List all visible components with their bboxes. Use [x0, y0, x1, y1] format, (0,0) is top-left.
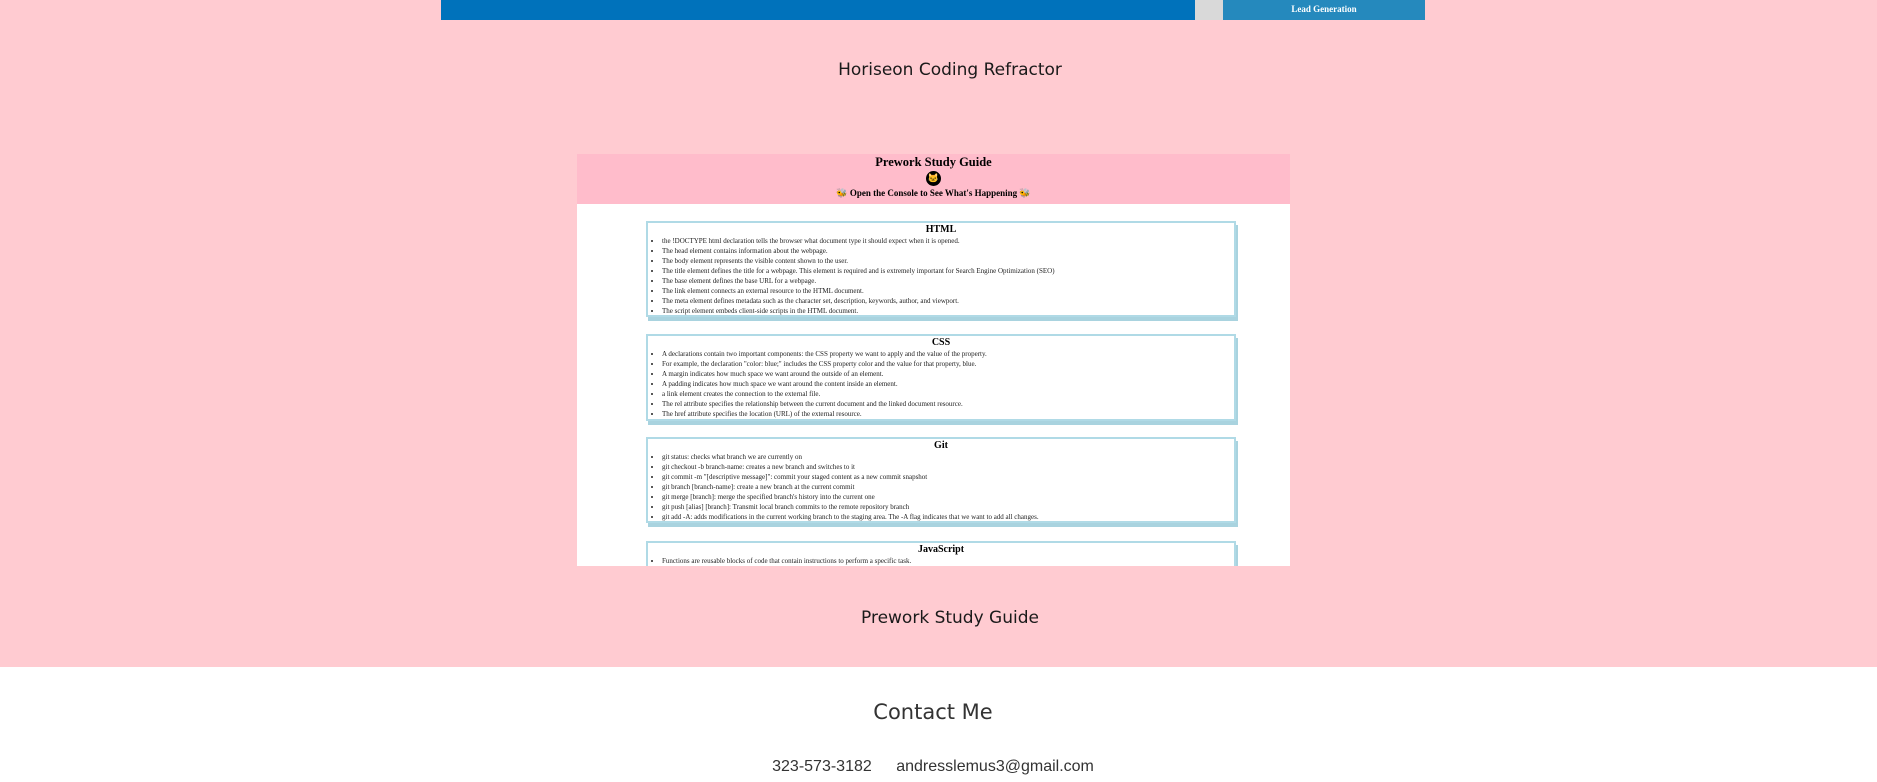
guide-header: Prework Study Guide 🐱 🐝 Open the Console…: [577, 154, 1290, 204]
list-item: The link element connects an external re…: [662, 286, 1234, 296]
section-heading: Git: [934, 440, 948, 451]
contact-info: 323-573-3182 andresslemus3@gmail.com: [0, 758, 1866, 776]
list-item: For example, the declaration "color: blu…: [662, 359, 1234, 369]
list-item: git branch [branch-name]: create a new b…: [662, 482, 1234, 492]
list-item: The rel attribute specifies the relation…: [662, 399, 1234, 409]
git-section-card: Git git status: checks what branch we ar…: [646, 437, 1236, 523]
guide-subtitle: 🐝 Open the Console to See What's Happeni…: [836, 188, 1031, 198]
list-item: The meta element defines metadata such a…: [662, 296, 1234, 306]
screenshot-divider: [1195, 0, 1223, 20]
list-item: git checkout -b branch-name: creates a n…: [662, 462, 1234, 472]
list-item: The base element defines the base URL fo…: [662, 276, 1234, 286]
list-item: The title element defines the title for …: [662, 266, 1234, 276]
list-item: git merge [branch]: merge the specified …: [662, 492, 1234, 502]
list-item: git commit -m "[descriptive message]": c…: [662, 472, 1234, 482]
list-item: Functions are reusable blocks of code th…: [662, 556, 1234, 566]
list-item: git add -A: adds modifications in the cu…: [662, 512, 1234, 522]
section-heading: CSS: [931, 337, 951, 348]
section-heading: JavaScript: [917, 544, 965, 555]
list-item: The script element embeds client-side sc…: [662, 306, 1234, 316]
css-section-card: CSS A declarations contain two important…: [646, 334, 1236, 421]
list-item: A margin indicates how much space we wan…: [662, 369, 1234, 379]
guide-title: Prework Study Guide: [875, 155, 992, 169]
list-item: the !DOCTYPE html declaration tells the …: [662, 236, 1234, 246]
list-item: The body element represents the visible …: [662, 256, 1234, 266]
cat-avatar-icon: 🐱: [926, 171, 941, 186]
list-item: A padding indicates how much space we wa…: [662, 379, 1234, 389]
previous-project-screenshot[interactable]: Lead Generation: [441, 0, 1427, 20]
list-item: git push [alias] [branch]: Transmit loca…: [662, 502, 1234, 512]
study-guide-screenshot[interactable]: Prework Study Guide 🐱 🐝 Open the Console…: [577, 154, 1290, 566]
list-item: git status: checks what branch we are cu…: [662, 452, 1234, 462]
list-item: The href attribute specifies the locatio…: [662, 409, 1234, 419]
javascript-section-card: JavaScript Functions are reusable blocks…: [646, 541, 1236, 566]
phone-number[interactable]: 323-573-3182: [772, 758, 872, 775]
lead-generation-tab: Lead Generation: [1223, 0, 1425, 20]
project-title-horiseon[interactable]: Horiseon Coding Refractor: [0, 60, 1877, 80]
list-item: The head element contains information ab…: [662, 246, 1234, 256]
email-link[interactable]: andresslemus3@gmail.com: [896, 758, 1094, 775]
contact-heading: Contact Me: [873, 700, 993, 724]
section-heading: HTML: [925, 224, 957, 235]
list-item: a link element creates the connection to…: [662, 389, 1234, 399]
list-item: A declarations contain two important com…: [662, 349, 1234, 359]
html-section-card: HTML the !DOCTYPE html declaration tells…: [646, 221, 1236, 317]
project-title-study-guide[interactable]: Prework Study Guide: [0, 608, 1877, 628]
screenshot-header-bar: [441, 0, 1195, 20]
